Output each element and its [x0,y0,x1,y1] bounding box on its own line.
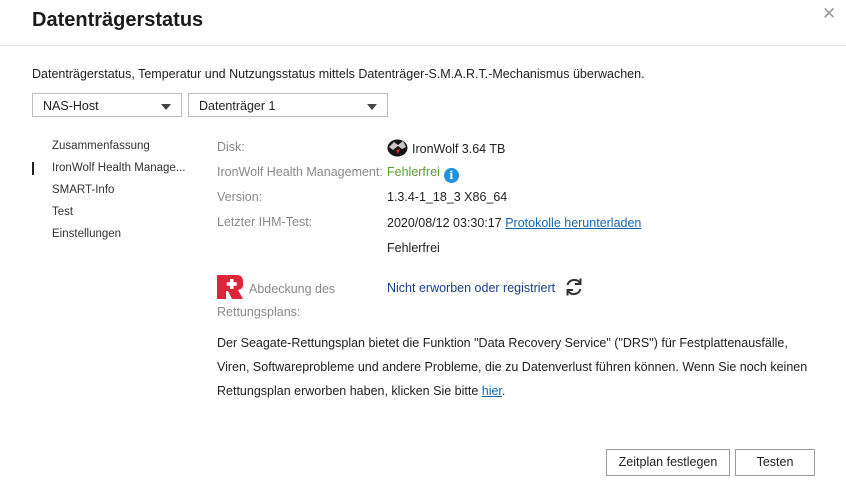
refresh-icon[interactable] [563,276,585,301]
host-select-value: NAS-Host [43,99,99,113]
chevron-down-icon [367,104,377,110]
ironwolf-disk-icon [387,137,408,160]
disk-value-row: IronWolf 3.64 TB [387,137,505,160]
rescue-plan-text: Der Seagate-Rettungsplan bietet die Funk… [217,336,808,398]
chevron-down-icon [161,104,171,110]
description-text: Datenträgerstatus, Temperatur und Nutzun… [32,67,645,81]
set-schedule-button[interactable]: Zeitplan festlegen [606,449,730,476]
ihm-label: IronWolf Health Management: [217,165,383,179]
close-icon[interactable]: ✕ [822,4,836,24]
side-nav: Zusammenfassung IronWolf Health Manage..… [32,139,202,249]
version-label: Version: [217,190,263,204]
info-icon[interactable]: i [443,168,459,183]
rescue-label-block: Abdeckung des Rettungsplans: [217,275,377,319]
rescue-label: Abdeckung des Rettungsplans: [217,282,336,319]
nav-item-summary[interactable]: Zusammenfassung [32,139,202,161]
rescue-status: Nicht erworben oder registriert [387,281,556,295]
disk-value: IronWolf 3.64 TB [412,142,506,156]
disk-select-value: Datenträger 1 [199,99,276,113]
last-test-row: 2020/08/12 03:30:17 Protokolle herunterl… [387,216,641,230]
dialog-title: Datenträgerstatus [32,9,204,31]
last-test-label: Letzter IHM-Test: [217,215,313,229]
nav-item-settings[interactable]: Einstellungen [32,227,202,249]
disk-select[interactable]: Datenträger 1 [188,93,388,117]
rescue-plan-description: Der Seagate-Rettungsplan bietet die Funk… [217,331,817,403]
host-select[interactable]: NAS-Host [32,93,182,117]
rescue-value-row: Nicht erworben oder registriert [387,276,585,301]
dialog-header: Datenträgerstatus ✕ [0,0,846,46]
rescue-plan-suffix: . [501,384,506,398]
test-button[interactable]: Testen [735,449,815,476]
ihm-status: Fehlerfrei [387,165,440,179]
rescue-plan-here-link[interactable]: hier [482,384,502,398]
version-value: 1.3.4-1_18_3 X86_64 [387,190,508,204]
nav-item-test[interactable]: Test [32,205,202,227]
last-test-result: Fehlerfrei [387,241,440,255]
disk-label: Disk: [217,140,245,154]
last-test-time: 2020/08/12 03:30:17 [387,216,502,230]
nav-item-ironwolf-health[interactable]: IronWolf Health Manage... [32,161,202,183]
ihm-value-row: Fehlerfrei i [387,165,459,183]
download-logs-link[interactable]: Protokolle herunterladen [505,216,641,230]
nav-item-smart-info[interactable]: SMART-Info [32,183,202,205]
